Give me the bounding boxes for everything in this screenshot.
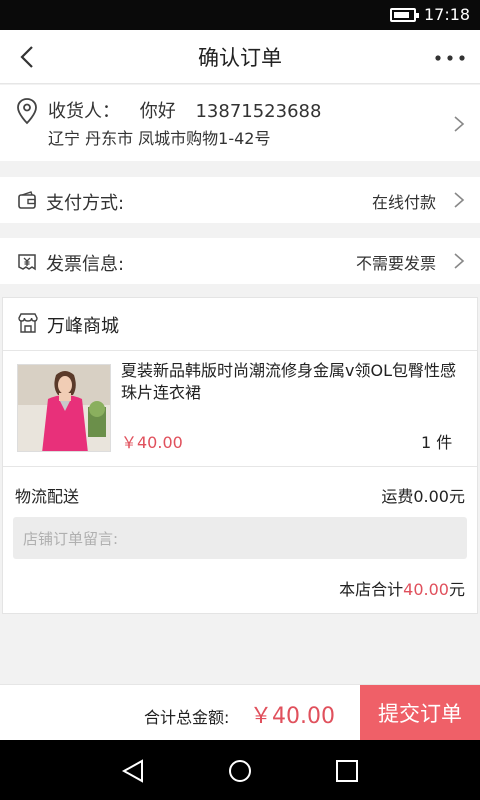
store-name: 万峰商城 [47, 316, 119, 337]
payment-method-row[interactable]: 支付方式: 在线付款 [0, 177, 480, 223]
store-total: 本店合计40.00元 [339, 576, 465, 600]
nav-recents-icon[interactable] [334, 758, 360, 784]
shop-icon [18, 313, 38, 333]
top-nav: 确认订单 [0, 30, 480, 84]
shipping-fee: 运费0.00元 [381, 487, 465, 506]
store-total-unit: 元 [448, 580, 465, 599]
order-footer: 合计总金额: ￥40.00 提交订单 [0, 684, 480, 741]
product-name[interactable]: 夏装新品韩版时尚潮流修身金属v领OL包臀性感珠片连衣裙 [121, 360, 467, 404]
payment-label: 支付方式: [46, 193, 125, 214]
nav-home-icon[interactable] [227, 758, 253, 784]
status-bar: 17:18 [0, 0, 480, 30]
battery-icon [390, 8, 419, 22]
divider [3, 350, 477, 351]
invoice-row[interactable]: 发票信息: 不需要发票 [0, 238, 480, 284]
wallet-icon [18, 191, 36, 209]
chevron-right-icon [454, 253, 465, 269]
total-label: 合计总金额: [144, 708, 230, 727]
store-card: 万峰商城 夏装新品韩版时尚潮流修身金属v领OL包臀性感珠片连衣裙 ￥40.00 … [2, 297, 478, 614]
store-total-label: 本店合计 [339, 580, 404, 599]
nav-back-icon[interactable] [120, 758, 146, 784]
page-title: 确认订单 [198, 46, 282, 70]
payment-value: 在线付款 [371, 193, 436, 212]
invoice-label: 发票信息: [46, 254, 125, 275]
recipient-phone: 13871523688 [195, 101, 322, 122]
store-memo-input[interactable]: 店铺订单留言: [13, 517, 467, 559]
chevron-right-icon [454, 192, 465, 208]
divider [3, 466, 477, 467]
chevron-right-icon [454, 116, 465, 132]
location-pin-icon [17, 98, 37, 125]
total-amount: ￥40.00 [250, 704, 335, 729]
store-total-amount: 40.00 [403, 580, 449, 599]
recipient-label: 收货人： [48, 101, 120, 122]
product-price: ￥40.00 [121, 433, 183, 452]
invoice-icon [18, 254, 36, 271]
product-image[interactable] [17, 364, 111, 452]
recipient-line: 收货人： 你好 13871523688 [48, 97, 335, 123]
system-nav-bar [0, 740, 480, 800]
address-detail: 辽宁 丹东市 凤城市购物1-42号 [48, 129, 271, 148]
address-section[interactable]: 收货人： 你好 13871523688 辽宁 丹东市 凤城市购物1-42号 [0, 85, 480, 161]
more-icon[interactable] [432, 44, 468, 72]
status-time: 17:18 [424, 5, 471, 24]
recipient-name: 你好 [139, 101, 176, 122]
invoice-value: 不需要发票 [355, 254, 436, 273]
shipping-label: 物流配送 [15, 487, 80, 506]
product-quantity: 1 件 [421, 433, 453, 452]
submit-order-button[interactable]: 提交订单 [360, 685, 480, 741]
